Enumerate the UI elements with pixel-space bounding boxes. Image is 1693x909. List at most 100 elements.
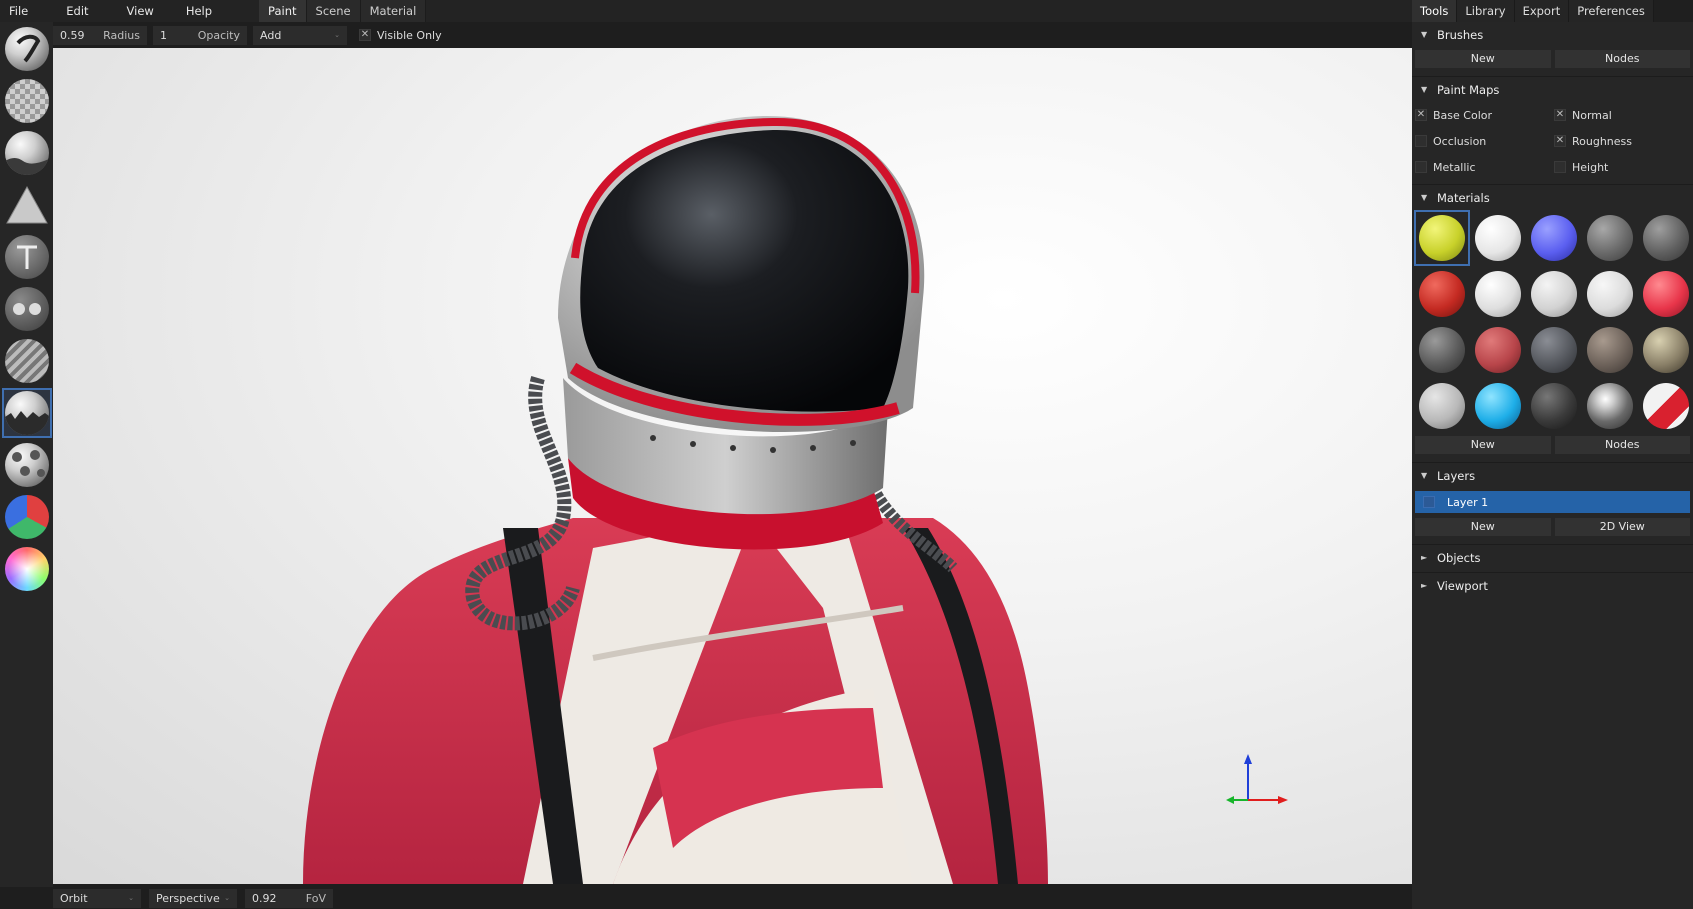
brushes-header[interactable]: ▼ Brushes bbox=[1412, 22, 1693, 48]
materials-header[interactable]: ▼ Materials bbox=[1412, 184, 1693, 210]
tab-material[interactable]: Material bbox=[360, 0, 427, 22]
material-slot[interactable] bbox=[1582, 322, 1638, 378]
roughness-label: Roughness bbox=[1572, 134, 1633, 148]
material-slot[interactable] bbox=[1526, 266, 1582, 322]
material-preview bbox=[1475, 215, 1521, 261]
tab-preferences[interactable]: Preferences bbox=[1569, 0, 1654, 22]
roughness-checkbox[interactable]: ✕ Roughness bbox=[1554, 135, 1693, 148]
radius-value: 0.59 bbox=[60, 28, 85, 42]
tool-blur[interactable] bbox=[2, 336, 52, 386]
material-nodes-button[interactable]: Nodes bbox=[1554, 436, 1690, 454]
material-slot[interactable] bbox=[1526, 210, 1582, 266]
axis-gizmo bbox=[1226, 754, 1288, 804]
tool-clone[interactable] bbox=[2, 284, 52, 334]
material-slot[interactable] bbox=[1582, 266, 1638, 322]
material-preview bbox=[1643, 271, 1689, 317]
check-icon: ✕ bbox=[1554, 135, 1566, 147]
material-slot[interactable] bbox=[1470, 322, 1526, 378]
material-preview bbox=[1643, 383, 1689, 429]
chevron-down-icon: ⌄ bbox=[128, 894, 134, 902]
fov-value: 0.92 bbox=[252, 891, 277, 905]
tool-picker[interactable] bbox=[2, 544, 52, 594]
radius-field[interactable]: 0.59 Radius bbox=[53, 25, 147, 45]
normal-checkbox[interactable]: ✕ Normal bbox=[1554, 109, 1693, 122]
clone-icon bbox=[5, 287, 49, 331]
material-slot[interactable] bbox=[1638, 322, 1693, 378]
tab-export[interactable]: Export bbox=[1514, 0, 1570, 22]
occlusion-checkbox[interactable]: Occlusion bbox=[1415, 135, 1554, 148]
material-slot[interactable] bbox=[1582, 378, 1638, 434]
material-slot[interactable] bbox=[1414, 322, 1470, 378]
paint-maps-header[interactable]: ▼ Paint Maps bbox=[1412, 76, 1693, 102]
blend-mode-select[interactable]: Add ⌄ bbox=[253, 25, 347, 45]
tool-colorid[interactable] bbox=[2, 492, 52, 542]
menu-edit[interactable]: Edit bbox=[57, 0, 97, 22]
radius-label: Radius bbox=[103, 28, 140, 42]
material-slot[interactable] bbox=[1638, 378, 1693, 434]
brush-icon bbox=[5, 27, 49, 71]
tool-eraser[interactable] bbox=[2, 76, 52, 126]
astronaut-model bbox=[303, 115, 1288, 884]
material-slot[interactable] bbox=[1526, 378, 1582, 434]
base-color-checkbox[interactable]: ✕ Base Color bbox=[1415, 109, 1554, 122]
material-preview bbox=[1587, 271, 1633, 317]
menu-help[interactable]: Help bbox=[177, 0, 221, 22]
expanded-icon: ▼ bbox=[1421, 84, 1428, 94]
opacity-field[interactable]: 1 Opacity bbox=[153, 25, 247, 45]
material-preview bbox=[1475, 271, 1521, 317]
viewport-title: Viewport bbox=[1437, 578, 1488, 593]
material-preview bbox=[1419, 327, 1465, 373]
opacity-label: Opacity bbox=[197, 28, 240, 42]
material-slot[interactable] bbox=[1470, 210, 1526, 266]
camera-mode-select[interactable]: Orbit ⌄ bbox=[53, 888, 141, 908]
tab-paint[interactable]: Paint bbox=[259, 0, 307, 22]
brush-nodes-button[interactable]: Nodes bbox=[1554, 50, 1690, 68]
material-slot[interactable] bbox=[1582, 210, 1638, 266]
tab-library[interactable]: Library bbox=[1457, 0, 1515, 22]
tool-particle[interactable] bbox=[2, 388, 52, 438]
expanded-icon: ▼ bbox=[1421, 192, 1428, 202]
menu-file[interactable]: File bbox=[0, 0, 37, 22]
collapsed-icon: ► bbox=[1421, 552, 1428, 562]
material-preview bbox=[1643, 215, 1689, 261]
tool-decal[interactable] bbox=[2, 180, 52, 230]
tool-fill[interactable] bbox=[2, 128, 52, 178]
layers-buttons: New 2D View bbox=[1412, 516, 1693, 538]
metallic-checkbox[interactable]: Metallic bbox=[1415, 161, 1554, 174]
material-slot[interactable] bbox=[1526, 322, 1582, 378]
tool-bake[interactable] bbox=[2, 440, 52, 490]
new-material-button[interactable]: New bbox=[1415, 436, 1551, 454]
visible-only-checkbox[interactable]: ✕ Visible Only bbox=[359, 29, 442, 42]
tool-text[interactable] bbox=[2, 232, 52, 282]
material-slot[interactable] bbox=[1414, 378, 1470, 434]
objects-header[interactable]: ► Objects bbox=[1412, 544, 1693, 570]
material-slot[interactable] bbox=[1414, 210, 1470, 266]
check-icon: ✕ bbox=[359, 29, 371, 41]
fov-field[interactable]: 0.92 FoV bbox=[245, 888, 333, 908]
viewport-3d[interactable] bbox=[53, 48, 1412, 884]
check-icon: ✕ bbox=[1554, 109, 1566, 121]
layer-visibility-checkbox[interactable] bbox=[1423, 496, 1435, 508]
material-slot[interactable] bbox=[1470, 266, 1526, 322]
material-preview bbox=[1587, 383, 1633, 429]
material-slot[interactable] bbox=[1414, 266, 1470, 322]
tab-scene[interactable]: Scene bbox=[306, 0, 361, 22]
tab-tools[interactable]: Tools bbox=[1412, 0, 1458, 22]
material-slot[interactable] bbox=[1638, 210, 1693, 266]
height-checkbox[interactable]: Height bbox=[1554, 161, 1693, 174]
menu-view[interactable]: View bbox=[118, 0, 163, 22]
material-slot[interactable] bbox=[1638, 266, 1693, 322]
2d-view-button[interactable]: 2D View bbox=[1554, 518, 1690, 536]
tool-palette bbox=[0, 22, 53, 887]
layer-row[interactable]: Layer 1 bbox=[1415, 491, 1690, 513]
viewport-header[interactable]: ► Viewport bbox=[1412, 572, 1693, 598]
material-grid bbox=[1412, 210, 1693, 434]
fov-label: FoV bbox=[305, 891, 326, 905]
layers-header[interactable]: ▼ Layers bbox=[1412, 462, 1693, 488]
triangle-icon bbox=[5, 183, 49, 227]
projection-select[interactable]: Perspective ⌄ bbox=[149, 888, 237, 908]
tool-brush[interactable] bbox=[2, 24, 52, 74]
new-brush-button[interactable]: New bbox=[1415, 50, 1551, 68]
new-layer-button[interactable]: New bbox=[1415, 518, 1551, 536]
material-slot[interactable] bbox=[1470, 378, 1526, 434]
